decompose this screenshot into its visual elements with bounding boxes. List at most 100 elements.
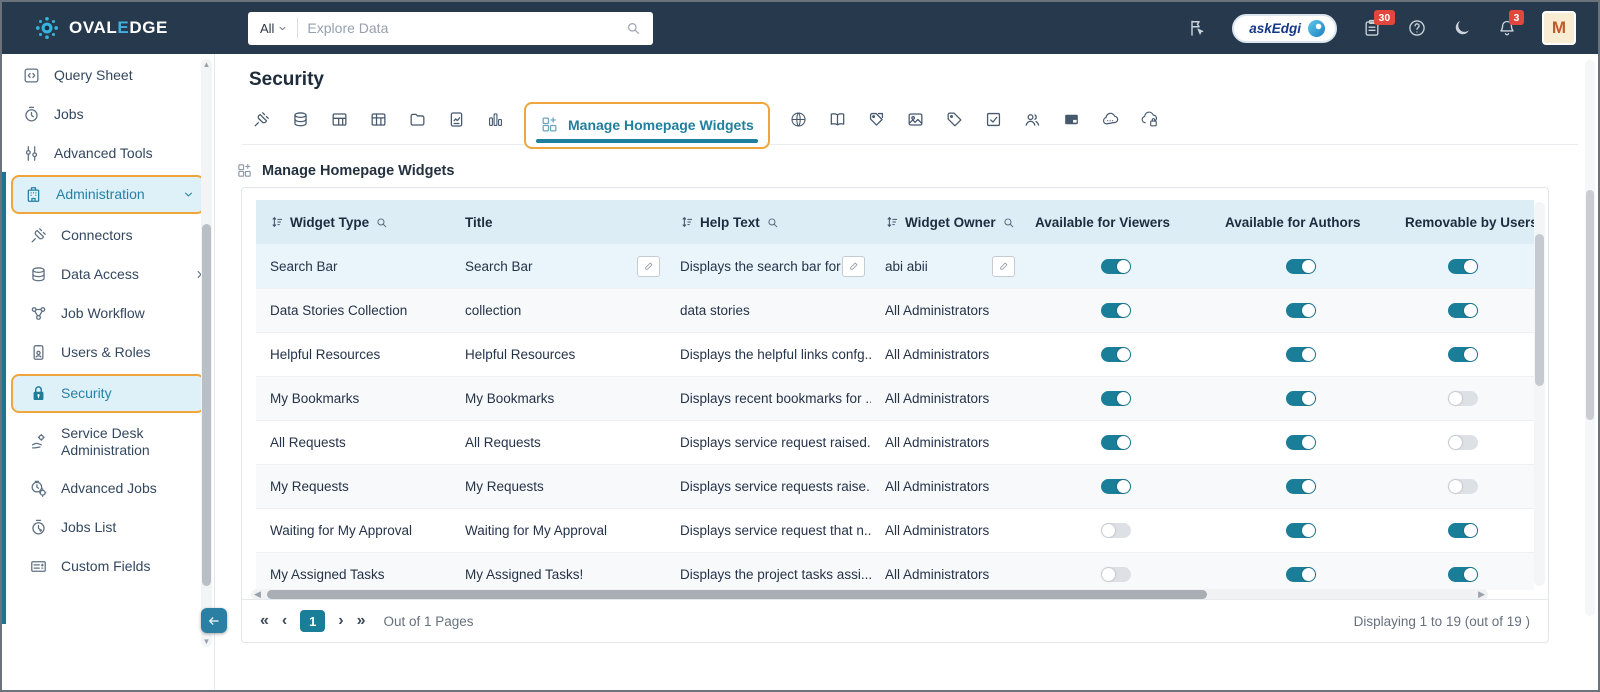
tab-book[interactable] [818, 110, 857, 129]
table-scrollbar-thumb[interactable] [1535, 234, 1544, 386]
table-row-my-assigned-tasks[interactable]: My Assigned Tasks My Assigned Tasks! Displ… [256, 552, 1534, 590]
removable-toggle[interactable] [1447, 435, 1478, 450]
tab-checkbox[interactable] [974, 110, 1013, 129]
tab-database[interactable] [281, 110, 320, 129]
removable-toggle[interactable] [1447, 567, 1478, 582]
page-scrollbar[interactable] [1585, 60, 1595, 616]
sort-icon[interactable] [885, 215, 899, 229]
viewers-toggle[interactable] [1101, 258, 1131, 274]
sidebar-item-administration[interactable]: Administration [11, 175, 205, 214]
removable-toggle[interactable] [1447, 523, 1478, 538]
horizontal-scrollbar-thumb[interactable] [267, 590, 1208, 599]
viewers-toggle[interactable] [1101, 435, 1131, 450]
authors-toggle[interactable] [1286, 303, 1316, 318]
notifications-button[interactable]: 3 [1497, 10, 1524, 38]
viewers-toggle[interactable] [1101, 391, 1131, 406]
sidebar-item-connectors[interactable]: Connectors [2, 216, 214, 255]
table-row-data-stories-collection[interactable]: Data Stories Collection collection data st… [256, 288, 1534, 332]
sidebar-item-jobs[interactable]: Jobs [2, 95, 214, 134]
ovaledge-logo[interactable]: OVALEDGE [34, 15, 168, 41]
search-scope-dropdown[interactable]: All [260, 21, 288, 36]
table-row-my-bookmarks[interactable]: My Bookmarks My Bookmarks Displays recent … [256, 376, 1534, 420]
sort-icon[interactable] [270, 215, 284, 229]
sidebar-item-query-sheet[interactable]: Query Sheet [2, 56, 214, 95]
sidebar-item-service-desk-administration[interactable]: Service Desk Administration [2, 415, 214, 469]
tasks-clipboard-button[interactable]: 30 [1362, 10, 1395, 38]
tab-crawler[interactable] [242, 110, 281, 129]
search-icon[interactable] [1002, 216, 1015, 229]
tab-folder[interactable] [398, 110, 437, 129]
table-row-helpful-resources[interactable]: Helpful Resources Helpful Resources Displa… [256, 332, 1534, 376]
authors-toggle[interactable] [1286, 347, 1316, 362]
removable-toggle[interactable] [1447, 258, 1478, 274]
cell-widget-type: My Assigned Tasks [270, 567, 385, 582]
table-row-all-requests[interactable]: All Requests All Requests Displays service… [256, 420, 1534, 464]
page-scrollbar-thumb[interactable] [1586, 190, 1594, 420]
sidebar-scrollbar[interactable]: ▲ ▼ [201, 59, 212, 647]
table-row-my-requests[interactable]: My Requests My Requests Displays service r… [256, 464, 1534, 508]
viewers-toggle[interactable] [1101, 479, 1131, 494]
tab-table-columns[interactable] [359, 110, 398, 129]
tab-chart[interactable] [476, 110, 515, 129]
bookmark-flag-icon[interactable] [1187, 18, 1207, 38]
tab-image[interactable] [896, 110, 935, 129]
removable-toggle[interactable] [1447, 391, 1478, 406]
edit-widget-owner-button[interactable] [992, 255, 1015, 277]
tab-tag[interactable] [935, 110, 974, 129]
authors-toggle[interactable] [1286, 479, 1316, 494]
authors-toggle[interactable] [1286, 523, 1316, 538]
tab-manage-homepage-widgets[interactable]: Manage Homepage Widgets [524, 102, 770, 149]
tab-cloud-api[interactable] [1091, 110, 1130, 129]
sidebar-collapse-button[interactable] [201, 608, 227, 633]
authors-toggle[interactable] [1286, 258, 1316, 274]
authors-toggle[interactable] [1286, 391, 1316, 406]
authors-toggle[interactable] [1286, 567, 1316, 582]
table-row-search-bar[interactable]: Search Bar Search Bar Displays the search … [256, 244, 1534, 288]
sidebar-item-job-workflow[interactable]: Job Workflow [2, 294, 214, 333]
viewers-toggle[interactable] [1101, 523, 1131, 538]
sidebar-item-advanced-jobs[interactable]: Advanced Jobs [2, 469, 214, 508]
current-page-button[interactable]: 1 [300, 610, 326, 632]
sidebar-item-custom-fields[interactable]: Custom Fields [2, 547, 214, 586]
tab-cloud-api-lock[interactable] [1130, 110, 1169, 129]
tab-globe[interactable] [779, 110, 818, 129]
tab-report[interactable] [437, 110, 476, 129]
tab-tag-document[interactable] [857, 110, 896, 129]
prev-page-button[interactable]: ‹ [282, 612, 287, 630]
scroll-up-icon[interactable]: ▲ [201, 60, 212, 69]
sidebar-item-data-access[interactable]: Data Access [2, 255, 214, 294]
authors-toggle[interactable] [1286, 435, 1316, 450]
edit-title-button[interactable] [637, 255, 660, 277]
removable-toggle[interactable] [1447, 347, 1478, 362]
removable-toggle[interactable] [1447, 303, 1478, 318]
table-row-waiting-for-my-approval[interactable]: Waiting for My Approval Waiting for My Ap… [256, 508, 1534, 552]
sidebar-item-advanced-tools[interactable]: Advanced Tools [2, 134, 214, 173]
next-page-button[interactable]: › [338, 612, 343, 630]
sort-icon[interactable] [680, 215, 694, 229]
removable-toggle[interactable] [1447, 479, 1478, 494]
first-page-button[interactable]: « [260, 612, 269, 630]
edit-help-text-button[interactable] [842, 255, 865, 277]
search-icon[interactable] [766, 216, 779, 229]
viewers-toggle[interactable] [1101, 303, 1131, 318]
sidebar-item-jobs-list[interactable]: Jobs List [2, 508, 214, 547]
tab-table[interactable] [320, 110, 359, 129]
sidebar-item-users-roles[interactable]: Users & Roles [2, 333, 214, 372]
help-button[interactable] [1407, 18, 1427, 38]
viewers-toggle[interactable] [1101, 567, 1131, 582]
viewers-toggle[interactable] [1101, 347, 1131, 362]
user-avatar[interactable]: M [1542, 11, 1576, 45]
sidebar-scrollbar-thumb[interactable] [202, 224, 211, 586]
search-icon[interactable] [375, 216, 388, 229]
explore-data-search[interactable]: All Explore Data [247, 11, 653, 45]
last-page-button[interactable]: » [357, 612, 366, 630]
cell-available-for-viewers [1021, 333, 1211, 376]
tab-panel[interactable] [1052, 110, 1091, 129]
sidebar-item-security[interactable]: Security [11, 374, 205, 413]
tab-users[interactable] [1013, 110, 1052, 129]
askedgi-button[interactable]: askEdgi [1232, 13, 1337, 43]
search-icon[interactable] [625, 20, 641, 36]
scroll-down-icon[interactable]: ▼ [201, 637, 212, 646]
dark-mode-button[interactable] [1452, 18, 1472, 38]
table-scrollbar[interactable] [1534, 202, 1545, 586]
